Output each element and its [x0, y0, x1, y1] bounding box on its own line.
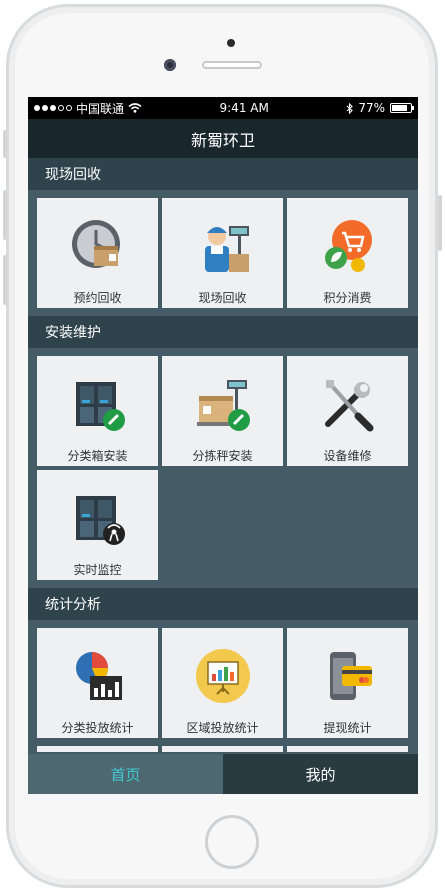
- tile-onsite-recycle[interactable]: 现场回收: [162, 198, 283, 308]
- next-row-peek: [28, 746, 418, 754]
- tile-label: 实时监控: [73, 563, 122, 577]
- battery-percent: 77%: [358, 101, 385, 115]
- nav-bar: 新蜀环卫: [28, 119, 418, 158]
- tile-realtime-monitor[interactable]: 实时监控: [37, 470, 158, 580]
- tab-label: 首页: [110, 765, 141, 784]
- tile-scale-install[interactable]: 分拣秤安装: [162, 356, 283, 466]
- cart-icon: [324, 220, 372, 272]
- clock-box-icon: [71, 220, 120, 268]
- section-title: 现场回收: [45, 167, 101, 183]
- tile-label: 分类箱安装: [67, 449, 128, 463]
- volume-up-button: [3, 190, 7, 240]
- scale-install-icon: [196, 380, 250, 431]
- tile-category-stats[interactable]: 分类投放统计: [37, 628, 158, 738]
- tile-device-repair[interactable]: 设备维修: [287, 356, 408, 466]
- tab-label: 我的: [305, 765, 336, 784]
- tile-label: 区域投放统计: [186, 721, 259, 735]
- tile-label: 分类投放统计: [61, 721, 134, 735]
- tile-label: 分拣秤安装: [192, 449, 253, 463]
- mute-switch: [3, 130, 7, 158]
- tile-points-consume[interactable]: 积分消费: [287, 198, 408, 308]
- section-header-install: 安装维护: [28, 316, 418, 348]
- wifi-icon: [128, 103, 142, 113]
- sensor-dot: [227, 39, 235, 47]
- tile-label: 设备维修: [323, 449, 372, 463]
- section-header-recycle: 现场回收: [28, 158, 418, 190]
- carrier-label: 中国联通: [76, 101, 125, 116]
- tab-bar: 首页 我的: [28, 754, 418, 794]
- tile-appointment-recycle[interactable]: 预约回收: [37, 198, 158, 308]
- home-button[interactable]: [205, 815, 259, 869]
- app-screen: 中国联通 9:41 AM 77% 新蜀环卫 现场回收 预约回收 现场回收 积分消…: [28, 97, 418, 794]
- power-button: [438, 195, 442, 251]
- section-header-stats: 统计分析: [28, 588, 418, 620]
- worker-icon: [204, 226, 249, 272]
- status-bar: 中国联通 9:41 AM 77%: [28, 97, 418, 119]
- signal-strength-icon: [34, 105, 72, 111]
- section-title: 统计分析: [45, 597, 101, 613]
- tile-label: 预约回收: [73, 291, 122, 305]
- content-area[interactable]: 现场回收 预约回收 现场回收 积分消费 安装维护 分类箱安装 分拣秤安装 设备维…: [28, 158, 418, 754]
- tile-area-stats[interactable]: 区域投放统计: [162, 628, 283, 738]
- tile-label: 提现统计: [323, 721, 372, 735]
- page-title: 新蜀环卫: [190, 130, 255, 150]
- tile-label: 积分消费: [323, 291, 372, 305]
- tile-withdraw-stats[interactable]: 提现统计: [287, 628, 408, 738]
- battery-icon: [389, 103, 414, 113]
- tab-mine[interactable]: 我的: [223, 754, 418, 794]
- pie-chart-icon: [75, 652, 122, 700]
- tab-home[interactable]: 首页: [28, 754, 223, 794]
- monitor-icon: [75, 496, 125, 545]
- tile-grid-install: 分类箱安装 分拣秤安装 设备维修 实时监控: [28, 348, 418, 588]
- front-camera: [164, 59, 176, 71]
- bluetooth-icon: [346, 102, 354, 114]
- bin-install-icon: [75, 382, 125, 431]
- tile-bin-install[interactable]: 分类箱安装: [37, 356, 158, 466]
- tile-grid-recycle: 预约回收 现场回收 积分消费: [28, 190, 418, 316]
- tools-icon: [324, 380, 373, 432]
- tile-grid-stats: 分类投放统计 区域投放统计 提现统计: [28, 620, 418, 746]
- clock-time: 9:41 AM: [219, 101, 269, 115]
- volume-down-button: [3, 255, 7, 305]
- presentation-icon: [195, 649, 250, 703]
- tile-label: 现场回收: [198, 291, 247, 305]
- phone-card-icon: [329, 652, 372, 700]
- earpiece-speaker: [202, 61, 262, 69]
- section-title: 安装维护: [45, 325, 101, 341]
